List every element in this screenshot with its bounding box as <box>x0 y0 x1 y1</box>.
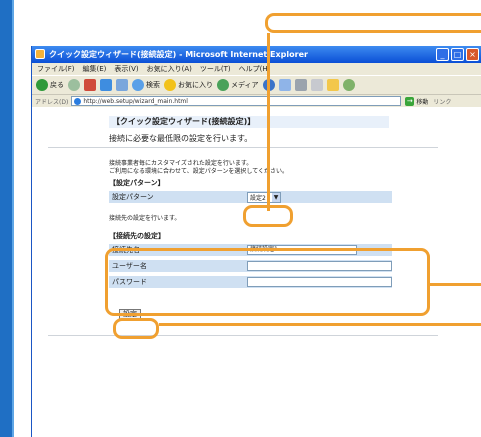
search-button[interactable]: 検索 <box>132 79 160 91</box>
wizard-banner: 【クイック設定ウィザード(接続設定)】 <box>109 116 389 128</box>
forward-icon <box>68 79 80 91</box>
pattern-heading: 【設定パターン】 <box>109 179 165 187</box>
pattern-select-value: 設定2 <box>250 195 266 202</box>
menu-bar: ファイル(F) 編集(E) 表示(V) お気に入り(A) ツール(T) ヘルプ(… <box>32 63 481 75</box>
folder-icon <box>326 79 339 91</box>
minimize-button[interactable]: _ <box>436 48 449 61</box>
menu-view[interactable]: 表示(V) <box>114 64 138 74</box>
messenger-icon <box>342 79 355 91</box>
links-label[interactable]: リンク <box>433 97 451 106</box>
search-icon <box>132 79 144 91</box>
callout-set-button <box>113 318 159 339</box>
toolbar: 戻る 検索 お気に入り メディア <box>32 75 481 94</box>
maximize-button[interactable]: □ <box>451 48 464 61</box>
mail-icon <box>278 79 291 91</box>
pattern-label: 設定パターン <box>112 193 154 201</box>
forward-button[interactable] <box>68 79 80 91</box>
chevron-down-icon: ▼ <box>272 193 280 202</box>
callout-line-vertical <box>267 33 270 211</box>
divider-bottom <box>48 335 438 336</box>
pattern-intro-1: 接続事業者毎にカスタマイズされた設定を行います。 <box>109 160 253 167</box>
address-bar: アドレス(D) http://web.setup/wizard_main.htm… <box>32 94 481 107</box>
go-arrow-icon: → <box>405 96 415 106</box>
refresh-button[interactable] <box>100 79 112 91</box>
mail-button[interactable] <box>278 79 291 91</box>
print-icon <box>294 79 307 91</box>
go-button[interactable]: → 移動 <box>405 96 428 106</box>
home-button[interactable] <box>116 79 128 91</box>
home-icon <box>116 79 128 91</box>
callout-line-fields <box>430 283 481 286</box>
pattern-intro-2: ご利用になる環境に合わせて、設定パターンを選択してください。 <box>109 168 289 175</box>
media-button[interactable]: メディア <box>217 79 259 91</box>
title-bar: クイック設定ウィザード(接続設定) - Microsoft Internet E… <box>32 46 481 63</box>
address-field[interactable]: http://web.setup/wizard_main.html <box>71 96 402 106</box>
back-icon <box>36 79 48 91</box>
stop-button[interactable] <box>84 79 96 91</box>
ie-page-icon <box>74 97 82 105</box>
refresh-icon <box>100 79 112 91</box>
star-icon <box>164 79 176 91</box>
page-description: 接続に必要な最低限の設定を行います。 <box>109 134 253 143</box>
connection-heading: 【接続先の設定】 <box>109 232 165 240</box>
connection-intro: 接続先の設定を行います。 <box>109 215 181 222</box>
stop-icon <box>84 79 96 91</box>
messenger-button[interactable] <box>342 79 355 91</box>
pattern-select[interactable]: 設定2 ▼ <box>247 192 281 203</box>
menu-tools[interactable]: ツール(T) <box>200 64 231 74</box>
menu-file[interactable]: ファイル(F) <box>37 64 75 74</box>
address-url: http://web.setup/wizard_main.html <box>83 97 188 105</box>
print-button[interactable] <box>294 79 307 91</box>
menu-help[interactable]: ヘルプ(H) <box>239 64 271 74</box>
edit-icon <box>310 79 323 91</box>
callout-line-set <box>159 323 481 326</box>
edit-button[interactable] <box>310 79 323 91</box>
back-button[interactable]: 戻る <box>36 79 64 91</box>
window-controls: _ □ × <box>436 48 479 61</box>
left-accent-bar <box>0 0 14 437</box>
address-label: アドレス(D) <box>35 98 69 106</box>
browser-window: クイック設定ウィザード(接続設定) - Microsoft Internet E… <box>31 46 481 437</box>
media-icon <box>217 79 229 91</box>
menu-favorites[interactable]: お気に入り(A) <box>147 64 192 74</box>
callout-pattern-select <box>243 205 293 227</box>
callout-connection-fields <box>105 248 430 316</box>
divider-top <box>48 147 438 148</box>
menu-edit[interactable]: 編集(E) <box>83 64 107 74</box>
favorites-button[interactable]: お気に入り <box>164 79 213 91</box>
close-button[interactable]: × <box>466 48 479 61</box>
callout-top-frame <box>265 13 481 33</box>
app-icon <box>35 49 45 59</box>
folder-button[interactable] <box>326 79 339 91</box>
